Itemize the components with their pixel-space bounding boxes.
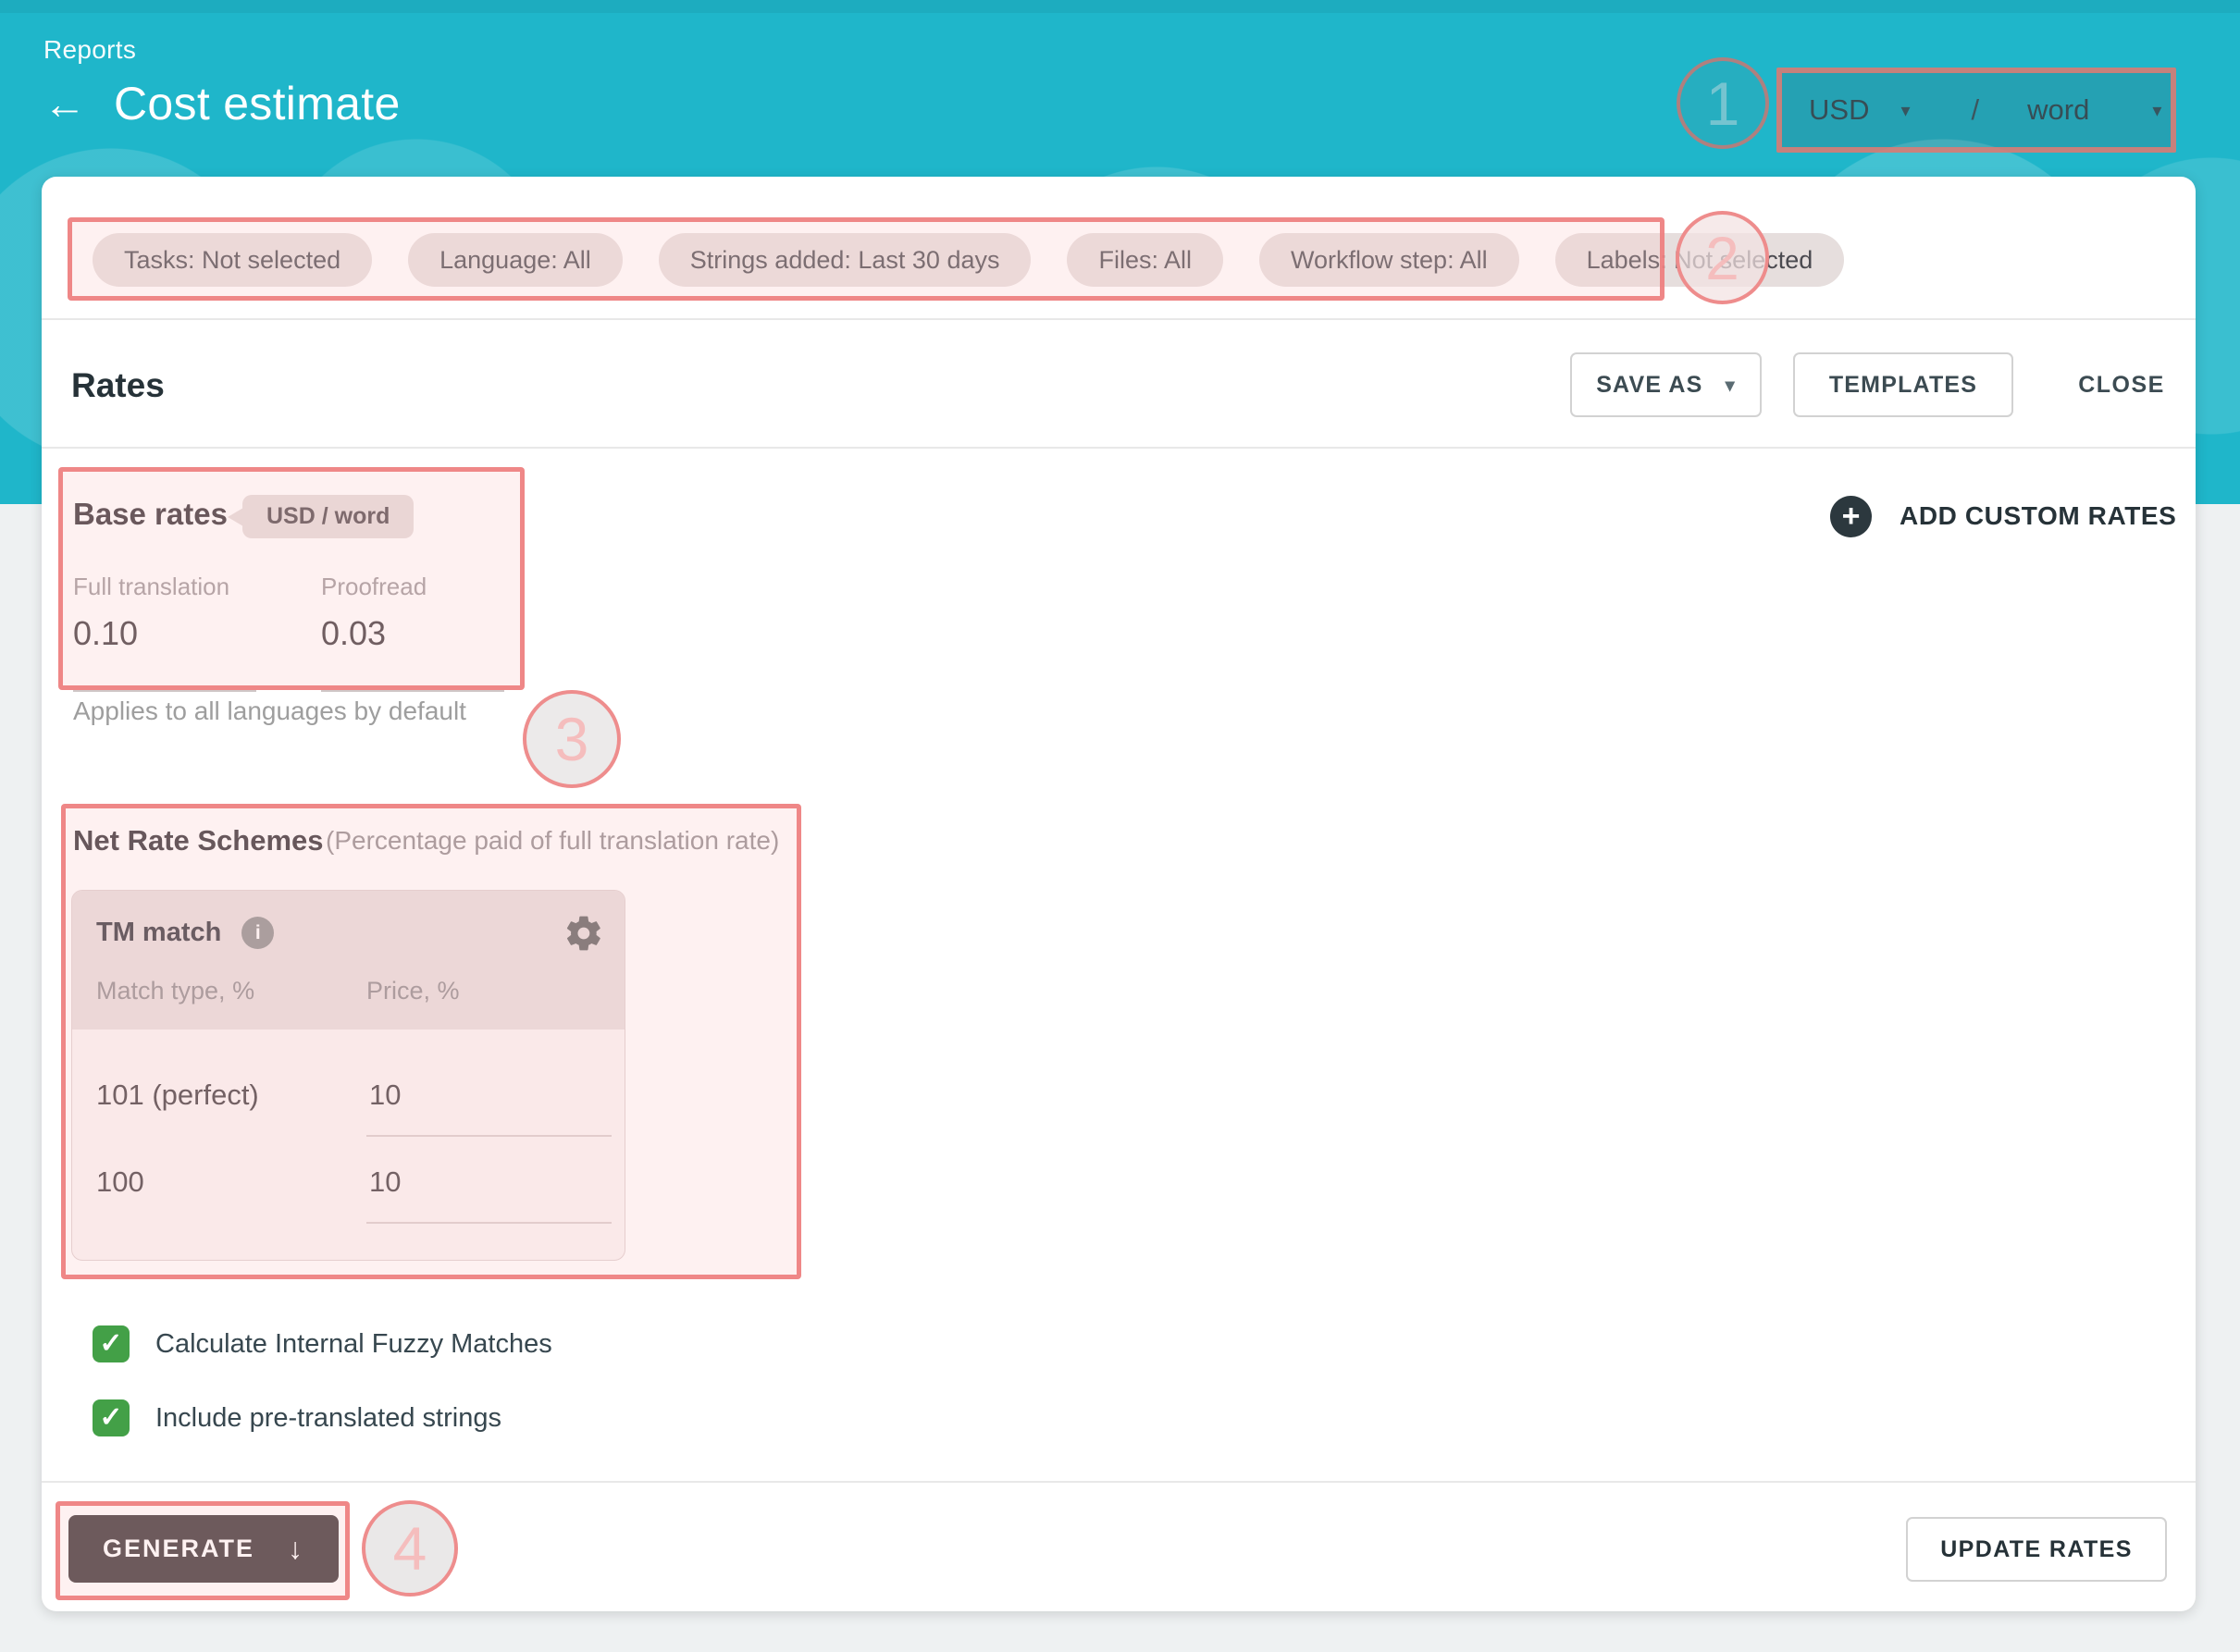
divider <box>42 318 2196 320</box>
tm-match-card-header <box>72 891 625 1029</box>
tm-row-price-input[interactable]: 10 <box>369 1165 401 1199</box>
chevron-down-icon: ▾ <box>1726 374 1736 397</box>
page-title: Cost estimate <box>114 77 401 130</box>
filter-chip-language[interactable]: Language: All <box>408 233 623 287</box>
full-translation-field: Full translation 0.10 <box>73 573 256 692</box>
unit-dropdown[interactable]: word ▾ <box>2027 93 2161 127</box>
generate-label: GENERATE <box>103 1535 254 1563</box>
templates-button[interactable]: TEMPLATES <box>1793 352 2013 417</box>
currency-separator: / <box>1911 93 2028 127</box>
tm-row-match: 101 (perfect) <box>96 1079 259 1112</box>
filter-chips-row: Tasks: Not selected Language: All String… <box>93 233 1844 287</box>
divider <box>42 447 2196 449</box>
breadcrumb: Reports <box>43 35 136 65</box>
tm-row-match: 100 <box>96 1165 144 1199</box>
tm-match-title-row: TM match i <box>96 917 274 949</box>
currency-unit-selector: USD ▾ / word ▾ <box>1781 72 2172 148</box>
filter-chip-strings[interactable]: Strings added: Last 30 days <box>659 233 1032 287</box>
back-arrow-icon[interactable]: ← <box>43 82 86 125</box>
close-button[interactable]: CLOSE <box>2048 352 2196 417</box>
field-label: Proofread <box>321 573 504 601</box>
field-label: Full translation <box>73 573 256 601</box>
gear-icon[interactable] <box>563 913 604 954</box>
net-rate-schemes-title: Net Rate Schemes <box>73 824 324 857</box>
full-translation-input[interactable]: 0.10 <box>73 614 256 653</box>
update-rates-button[interactable]: UPDATE RATES <box>1906 1517 2167 1582</box>
filter-chip-files[interactable]: Files: All <box>1067 233 1223 287</box>
tm-column-price: Price, % <box>366 977 460 1005</box>
filter-chip-labels[interactable]: Labels: Not selected <box>1555 233 1845 287</box>
tm-match-title: TM match <box>96 918 221 948</box>
add-custom-rates-button[interactable]: + ADD CUSTOM RATES <box>1830 495 2176 537</box>
input-underline <box>73 690 256 692</box>
input-underline <box>366 1135 612 1137</box>
option-row: ✓ Include pre-translated strings <box>93 1399 501 1436</box>
fuzzy-matches-checkbox[interactable]: ✓ <box>93 1325 130 1362</box>
chevron-down-icon: ▾ <box>1900 99 1910 122</box>
currency-dropdown[interactable]: USD ▾ <box>1781 93 1911 127</box>
unit-value: word <box>2027 93 2089 127</box>
tm-row-price-input[interactable]: 10 <box>369 1079 401 1112</box>
proofread-field: Proofread 0.03 <box>321 573 504 692</box>
input-underline <box>366 1222 612 1224</box>
checkmark-icon: ✓ <box>99 1404 122 1432</box>
base-rates-unit-badge: USD / word <box>242 495 414 538</box>
currency-value: USD <box>1781 93 1869 127</box>
filter-chip-workflow[interactable]: Workflow step: All <box>1259 233 1519 287</box>
info-icon[interactable]: i <box>241 917 274 949</box>
cost-estimate-screen: Reports ← Cost estimate USD ▾ / word ▾ T… <box>0 0 2240 1652</box>
checkmark-icon: ✓ <box>99 1330 122 1358</box>
report-card: Tasks: Not selected Language: All String… <box>42 177 2196 1611</box>
title-row: ← Cost estimate <box>43 74 401 133</box>
add-custom-rates-label: ADD CUSTOM RATES <box>1900 501 2176 531</box>
option-row: ✓ Calculate Internal Fuzzy Matches <box>93 1325 552 1362</box>
option-label: Calculate Internal Fuzzy Matches <box>155 1329 552 1360</box>
tm-match-card: TM match i Match type, % Price, % 101 (p… <box>71 890 625 1261</box>
base-rates-title: Base rates <box>73 497 228 532</box>
badge-tail <box>228 508 243 526</box>
rates-section-title: Rates <box>71 366 165 405</box>
plus-icon: + <box>1830 496 1872 537</box>
option-label: Include pre-translated strings <box>155 1403 501 1434</box>
tm-column-match-type: Match type, % <box>96 977 254 1005</box>
base-rates-note: Applies to all languages by default <box>73 697 466 726</box>
divider <box>42 1481 2196 1483</box>
pretranslated-checkbox[interactable]: ✓ <box>93 1399 130 1436</box>
generate-button[interactable]: GENERATE ↓ <box>68 1515 339 1583</box>
filter-chip-tasks[interactable]: Tasks: Not selected <box>93 233 372 287</box>
net-rate-schemes-subtitle: (Percentage paid of full translation rat… <box>326 826 779 856</box>
save-as-button[interactable]: SAVE AS ▾ <box>1570 352 1762 417</box>
arrow-down-icon: ↓ <box>288 1532 304 1566</box>
proofread-input[interactable]: 0.03 <box>321 614 504 653</box>
save-as-label: SAVE AS <box>1596 372 1702 399</box>
chevron-down-icon: ▾ <box>2152 99 2161 122</box>
input-underline <box>321 690 504 692</box>
